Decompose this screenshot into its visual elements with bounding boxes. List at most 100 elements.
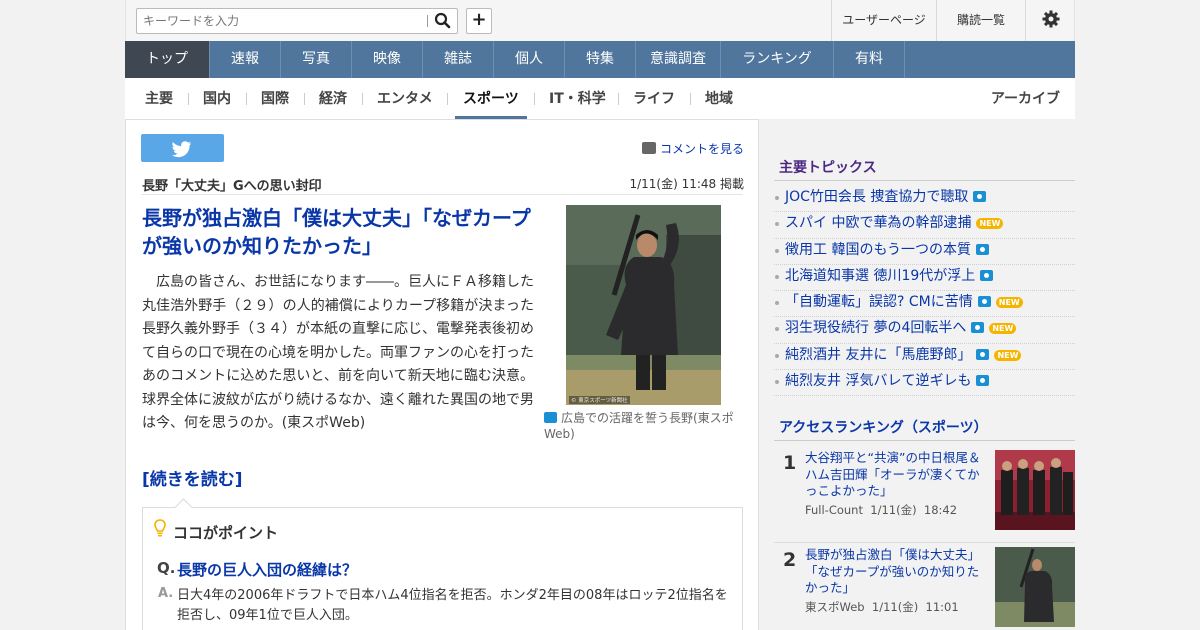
rank-number: 1 (783, 452, 797, 474)
nav-paid[interactable]: 有料 (834, 41, 905, 78)
archive-link[interactable]: アーカイブ (991, 78, 1060, 119)
divider (774, 180, 1075, 181)
topic-link[interactable]: 羽生現役続行 夢の4回転半へ (785, 320, 966, 336)
article-headline[interactable]: 長野が独占激白「僕は大丈夫」「なぜカープが強いのか知りたかった」 (142, 204, 537, 260)
nav-ranking[interactable]: ランキング (721, 41, 834, 78)
divider (774, 440, 1075, 441)
ranking-date: 1/11(金) (871, 600, 919, 614)
category-it-science[interactable]: IT・科学 (549, 78, 606, 119)
comment-link-label: コメントを見る (659, 142, 744, 156)
topic-link[interactable]: 徴用工 韓国のもう一つの本質 (785, 242, 971, 258)
new-badge: NEW (995, 297, 1023, 309)
ranking-date: 1/11(金) (870, 503, 917, 517)
settings-button[interactable] (1025, 0, 1076, 41)
new-badge: NEW (989, 323, 1017, 335)
question-link[interactable]: 長野の巨人入団の経緯は？ (177, 559, 357, 580)
topic-link[interactable]: スパイ 中欧で華為の幹部逮捕 (785, 215, 971, 231)
topic-link[interactable]: 純烈酒井 友井に「馬鹿野郎」 (785, 347, 971, 363)
category-divider (447, 93, 448, 105)
category-divider (690, 93, 691, 105)
new-badge: NEW (976, 218, 1004, 230)
sidebar: 主要トピックス JOC竹田会長 捜査協力で聴取 スパイ 中欧で華為の幹部逮捕 NE… (759, 119, 1200, 630)
gear-icon (1042, 10, 1060, 28)
camera-icon (980, 269, 994, 281)
nav-survey[interactable]: 意識調査 (636, 41, 721, 78)
category-divider (362, 93, 363, 105)
answer-mark: A. (158, 586, 174, 601)
ranking-link[interactable]: 大谷翔平と“共演”の中日根尾＆ハム吉田輝「オーラが凄くてかっこよかった」 (805, 450, 989, 500)
twitter-share-button[interactable] (141, 134, 224, 162)
topic-item[interactable]: JOC竹田会長 捜査協力で聴取 (774, 186, 1075, 213)
search-icon[interactable] (433, 12, 453, 30)
add-button[interactable]: + (466, 8, 492, 34)
topic-link[interactable]: 純烈友井 浮気バレて逆ギレも (785, 373, 971, 389)
top-bar: + ユーザーページ 購読一覧 (125, 0, 1075, 41)
key-point-title: ココがポイント (173, 524, 279, 542)
ranking-meta: 東スポWeb 1/11(金) 11:01 (805, 599, 959, 615)
subscriptions-link[interactable]: 購読一覧 (936, 0, 1025, 41)
ranking-time: 18:42 (923, 503, 958, 517)
article-date: 1/11(金) 11:48 掲載 (629, 177, 744, 191)
category-divider (188, 93, 189, 105)
read-more-link[interactable]: [続きを読む] (142, 465, 243, 490)
category-divider (304, 93, 305, 105)
nav-magazine[interactable]: 雑誌 (423, 41, 494, 78)
topic-item[interactable]: 純烈友井 浮気バレて逆ギレも (774, 370, 1075, 397)
camera-icon (544, 412, 557, 423)
user-page-link[interactable]: ユーザーページ (831, 0, 936, 41)
article-subhead: 長野「大丈夫」Gへの思い封印 (142, 179, 322, 194)
topic-item[interactable]: 羽生現役続行 夢の4回転半へ NEW (774, 317, 1075, 344)
category-divider (246, 93, 247, 105)
ranking-time: 11:01 (925, 600, 959, 614)
topic-link[interactable]: 「自動運転」誤認? CMに苦情 (785, 294, 973, 310)
category-life[interactable]: ライフ (633, 78, 675, 119)
category-economy[interactable]: 経済 (319, 78, 347, 119)
topic-item[interactable]: 純烈酒井 友井に「馬鹿野郎」 NEW (774, 344, 1075, 371)
category-main[interactable]: 主要 (145, 78, 173, 119)
ranking-meta: Full-Count 1/11(金) 18:42 (805, 502, 957, 518)
camera-icon (977, 296, 991, 308)
camera-icon (971, 322, 985, 334)
nav-breaking[interactable]: 速報 (210, 41, 281, 78)
category-divider (534, 93, 535, 105)
ranking-thumbnail[interactable] (995, 450, 1075, 530)
comment-link[interactable]: コメントを見る (641, 140, 744, 157)
topic-item[interactable]: 北海道知事選 徳川19代が浮上 (774, 265, 1075, 292)
answer-text: 日大4年の2006年ドラフトで日本ハム4位指名を拒否。ホンダ2年目の08年はロッ… (177, 588, 728, 623)
nav-features[interactable]: 特集 (565, 41, 636, 78)
search-input[interactable] (137, 9, 427, 33)
topic-item[interactable]: スパイ 中欧で華為の幹部逮捕 NEW (774, 212, 1075, 239)
nav-photos[interactable]: 写真 (281, 41, 352, 78)
nav-top[interactable]: トップ (125, 41, 210, 78)
nav-individual[interactable]: 個人 (494, 41, 565, 78)
search-divider (427, 15, 428, 27)
new-badge: NEW (994, 349, 1022, 361)
topic-link[interactable]: JOC竹田会長 捜査協力で聴取 (785, 189, 968, 205)
nav-video[interactable]: 映像 (352, 41, 423, 78)
comment-icon (641, 142, 656, 154)
photo-caption: 広島での活躍を誓う長野(東スポWeb) (544, 410, 744, 442)
ranking-source: 東スポWeb (805, 600, 865, 614)
topic-item[interactable]: 徴用工 韓国のもう一つの本質 (774, 239, 1075, 265)
topic-link[interactable]: 北海道知事選 徳川19代が浮上 (785, 268, 975, 284)
main-nav: トップ 速報 写真 映像 雑誌 個人 特集 意識調査 ランキング 有料 (125, 41, 1075, 78)
ranking-item[interactable]: 1 大谷翔平と“共演”の中日根尾＆ハム吉田輝「オーラが凄くてかっこよかった」 F… (774, 450, 1075, 543)
twitter-icon (172, 141, 191, 158)
topic-item[interactable]: 「自動運転」誤認? CMに苦情 NEW (774, 291, 1075, 318)
rank-number: 2 (783, 549, 797, 571)
category-sports[interactable]: スポーツ (455, 78, 527, 119)
category-nav: 主要 国内 国際 経済 エンタメ スポーツ IT・科学 ライフ 地域 アーカイブ (125, 78, 1075, 119)
player-photo-illustration (566, 205, 721, 405)
article-photo[interactable]: © 東京スポーツ新聞社 (566, 205, 721, 405)
search-box (136, 8, 458, 34)
camera-icon (976, 348, 990, 360)
category-entertainment[interactable]: エンタメ (377, 78, 433, 119)
category-local[interactable]: 地域 (705, 78, 733, 119)
category-domestic[interactable]: 国内 (203, 78, 231, 119)
ranking-link[interactable]: 長野が独占激白「僕は大丈夫」「なぜカープが強いのか知りたかった」 (805, 547, 989, 597)
category-world[interactable]: 国際 (261, 78, 289, 119)
ranking-thumbnail[interactable] (995, 547, 1075, 627)
ranking-title: アクセスランキング（スポーツ） (779, 420, 988, 436)
camera-icon (976, 375, 990, 387)
ranking-item[interactable]: 2 長野が独占激白「僕は大丈夫」「なぜカープが強いのか知りたかった」 東スポWe… (774, 547, 1075, 630)
